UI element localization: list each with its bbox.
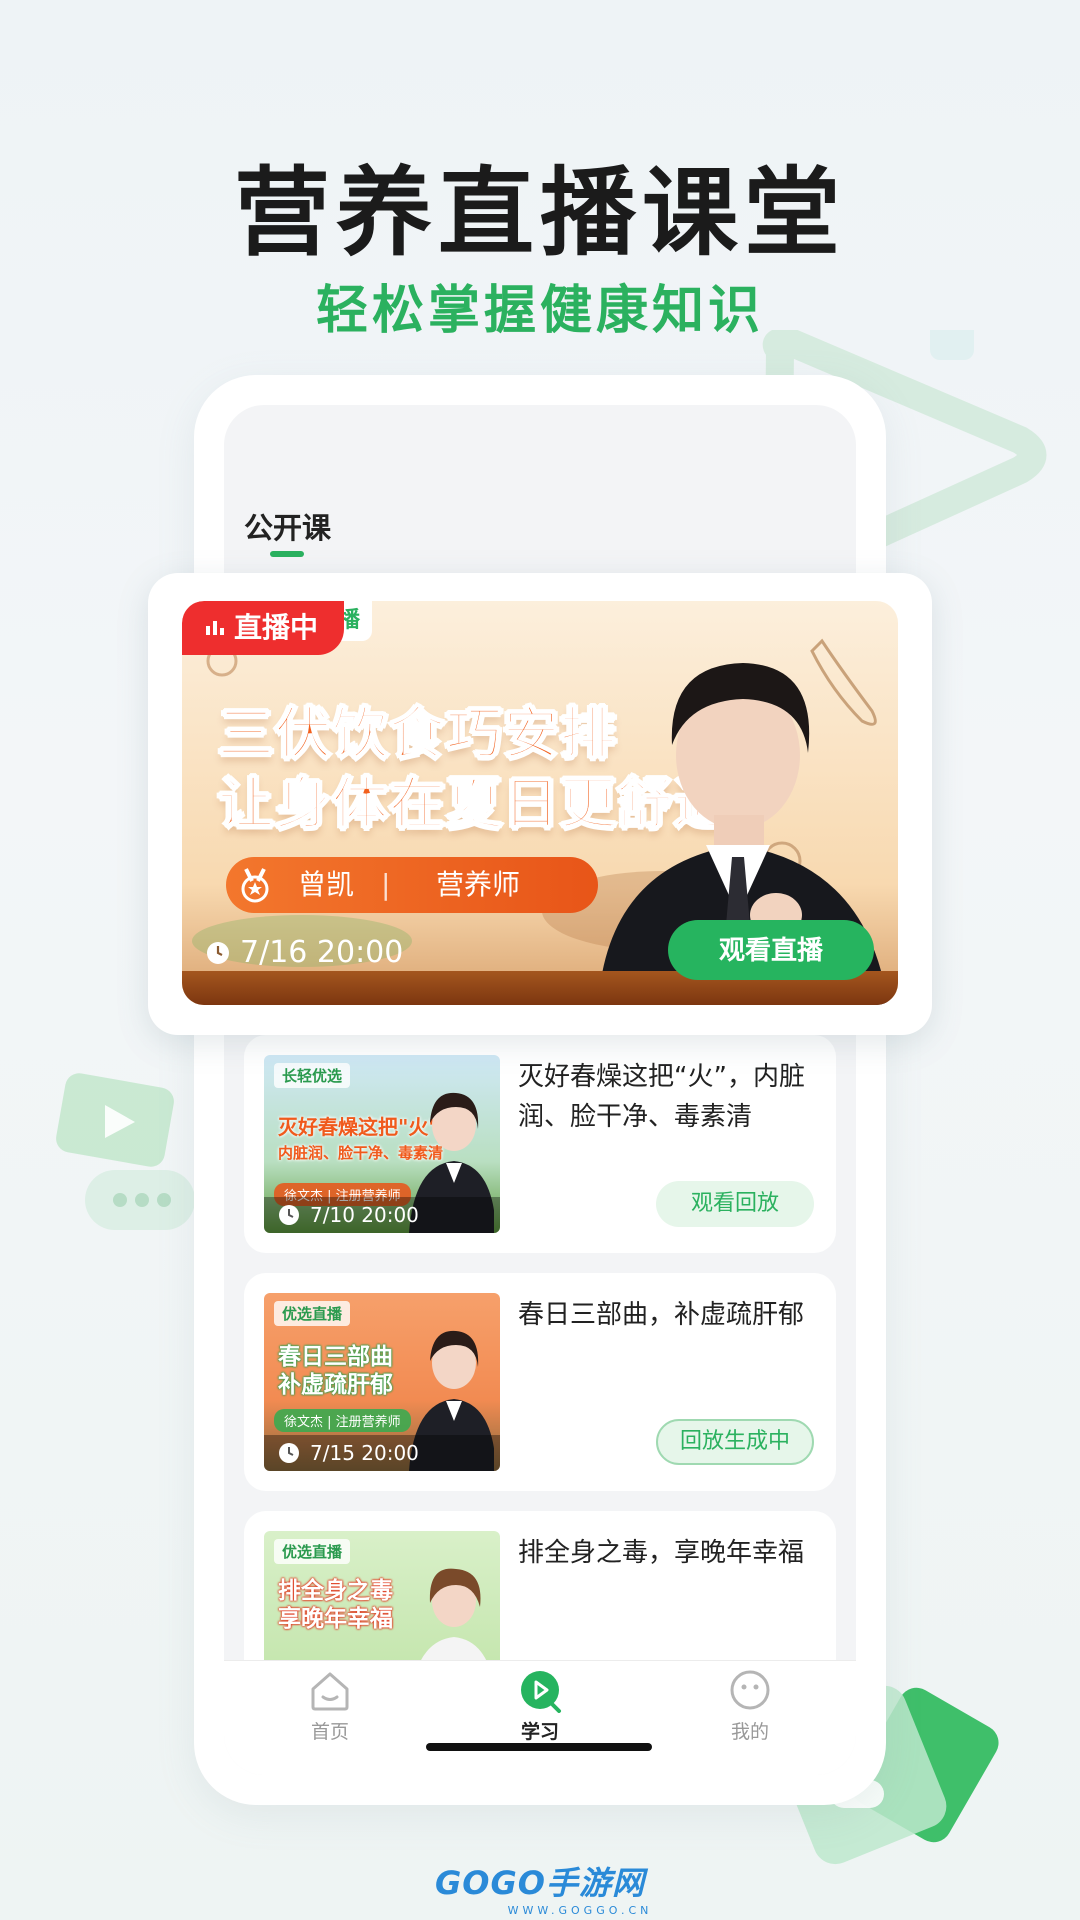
banner-headline-1: 三伏饮食巧安排 bbox=[217, 701, 617, 768]
video-decoration-icon bbox=[56, 1073, 195, 1230]
watch-live-button[interactable]: 观看直播 bbox=[668, 920, 874, 980]
watch-replay-button[interactable]: 观看回放 bbox=[656, 1181, 814, 1227]
tab-open-course[interactable]: 公开课 bbox=[244, 505, 331, 547]
course-thumbnail: 优选直播 春日三部曲 补虚疏肝郁 徐文杰 | 注册营养师 7/15 20:00 bbox=[264, 1293, 500, 1471]
course-title: 春日三部曲，补虚疏肝郁 bbox=[518, 1300, 805, 1330]
play-circle-icon bbox=[521, 1671, 561, 1713]
home-icon bbox=[311, 1672, 349, 1711]
medal-icon bbox=[241, 868, 269, 903]
thumbnail-title: 春日三部曲 bbox=[278, 1344, 393, 1370]
host-role: 营养师 bbox=[436, 868, 521, 901]
clock-icon bbox=[279, 1205, 299, 1225]
tab-active-indicator bbox=[270, 551, 304, 557]
tab-mine[interactable]: 我的 bbox=[690, 1669, 810, 1744]
host-separator: | bbox=[381, 868, 391, 901]
watermark: GOGO手游网 WWW.GOGGO.CN bbox=[0, 1858, 1080, 1917]
clock-icon bbox=[279, 1443, 299, 1463]
tab-home[interactable]: 首页 bbox=[270, 1669, 390, 1744]
page-headline: 营养直播课堂 bbox=[234, 157, 846, 269]
course-card[interactable]: 长轻优选 灭好春燥这把"火" 内脏润、脸干净、毒素清 徐文杰 | 注册营养师 7… bbox=[244, 1035, 836, 1253]
live-banner: 三伏饮食巧安排 让身体在夏日更舒适 曾凯 | 营养师 7/16 20:00 观看… bbox=[182, 601, 898, 1005]
tab-home-label: 首页 bbox=[310, 1721, 349, 1743]
live-status-badge: 直播中 bbox=[182, 601, 345, 655]
home-indicator[interactable] bbox=[426, 1743, 652, 1751]
thumbnail-title: 排全身之毒 bbox=[278, 1578, 393, 1604]
host-info-bar: 曾凯 | 营养师 bbox=[226, 857, 598, 913]
host-name: 曾凯 bbox=[298, 868, 355, 901]
thumbnail-subtitle: 补虚疏肝郁 bbox=[278, 1372, 393, 1398]
course-title: 排全身之毒，享晚年幸福 bbox=[518, 1538, 805, 1568]
clock-icon bbox=[207, 942, 229, 964]
watermark-brand: GOGO手游网 bbox=[435, 1864, 645, 1902]
thumbnail-tag: 优选直播 bbox=[274, 1539, 351, 1564]
smiley-face-icon bbox=[730, 1670, 770, 1710]
thumbnail-tag: 优选直播 bbox=[274, 1301, 351, 1326]
thumbnail-subtitle: 享晚年幸福 bbox=[278, 1606, 393, 1632]
course-card[interactable]: 优选直播 春日三部曲 补虚疏肝郁 徐文杰 | 注册营养师 7/15 20:00 … bbox=[244, 1273, 836, 1491]
live-badge-label: 直播中 bbox=[234, 611, 319, 644]
featured-live-card[interactable]: 三伏饮食巧安排 让身体在夏日更舒适 曾凯 | 营养师 7/16 20:00 观看… bbox=[148, 573, 932, 1035]
thumbnail-host: 徐文杰 | 注册营养师 bbox=[274, 1409, 411, 1432]
tab-study-label: 学习 bbox=[520, 1721, 559, 1743]
bottom-tab-bar: 首页 学习 我的 bbox=[224, 1660, 856, 1775]
course-thumbnail: 长轻优选 灭好春燥这把"火" 内脏润、脸干净、毒素清 徐文杰 | 注册营养师 7… bbox=[264, 1055, 500, 1233]
tab-study[interactable]: 学习 bbox=[480, 1669, 600, 1744]
course-title: 灭好春燥这把“火”，内脏润、脸干净、毒素清 bbox=[518, 1062, 805, 1132]
live-signal-icon bbox=[206, 621, 224, 635]
thumbnail-tag: 长轻优选 bbox=[274, 1063, 351, 1088]
tab-mine-label: 我的 bbox=[730, 1721, 769, 1743]
replay-generating-button[interactable]: 回放生成中 bbox=[656, 1419, 814, 1465]
live-start-time: 7/16 20:00 bbox=[240, 935, 404, 970]
watermark-url: WWW.GOGGO.CN bbox=[507, 1904, 653, 1917]
